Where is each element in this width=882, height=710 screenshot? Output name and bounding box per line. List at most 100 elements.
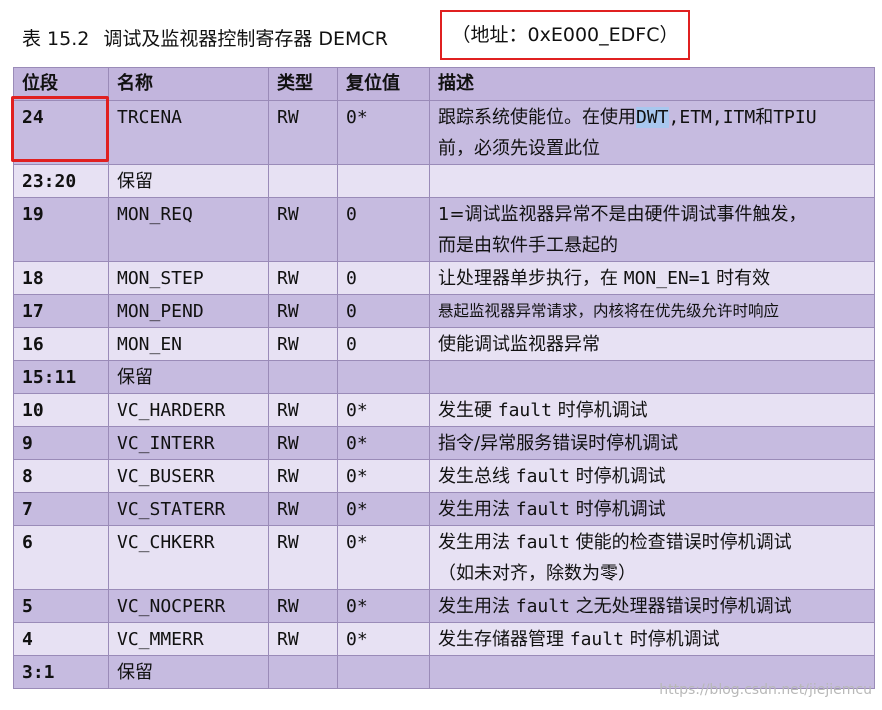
cell-type — [268, 655, 338, 689]
cell-name: 保留 — [108, 164, 269, 198]
cell-type — [268, 360, 338, 394]
table-row: 17 MON_PEND RW 0 悬起监视器异常请求，内核将在优先级允许时响应 — [13, 294, 875, 328]
table-row: 9 VC_INTERR RW 0* 指令/异常服务错误时停机调试 — [13, 426, 875, 460]
cell-type: RW — [268, 492, 338, 526]
cell-reset: 0 — [337, 197, 430, 262]
cell-desc: 发生硬 fault 时停机调试 — [429, 393, 875, 427]
table-header-row: 位段 名称 类型 复位值 描述 — [13, 67, 875, 101]
cell-name: VC_CHKERR — [108, 525, 269, 590]
cell-desc: 发生用法 fault 之无处理器错误时停机调试 — [429, 589, 875, 623]
header-type: 类型 — [268, 67, 338, 101]
cell-type: RW — [268, 327, 338, 361]
cell-desc: 1=调试监视器异常不是由硬件调试事件触发， 而是由软件手工悬起的 — [429, 197, 875, 262]
cell-type — [268, 164, 338, 198]
table-row: 23:20 保留 — [13, 164, 875, 198]
cell-desc: 发生存储器管理 fault 时停机调试 — [429, 622, 875, 656]
cell-name: VC_MMERR — [108, 622, 269, 656]
cell-bits: 5 — [13, 589, 109, 623]
table-row: 10 VC_HARDERR RW 0* 发生硬 fault 时停机调试 — [13, 393, 875, 427]
cell-desc: 发生用法 fault 时停机调试 — [429, 492, 875, 526]
cell-name: VC_INTERR — [108, 426, 269, 460]
cell-reset: 0* — [337, 393, 430, 427]
table-row: 7 VC_STATERR RW 0* 发生用法 fault 时停机调试 — [13, 492, 875, 526]
cell-desc — [429, 164, 875, 198]
cell-desc: 指令/异常服务错误时停机调试 — [429, 426, 875, 460]
cell-type: RW — [268, 459, 338, 493]
cell-type: RW — [268, 261, 338, 295]
cell-type: RW — [268, 589, 338, 623]
cell-name: VC_STATERR — [108, 492, 269, 526]
cell-bits: 10 — [13, 393, 109, 427]
cell-reset: 0* — [337, 622, 430, 656]
cell-bits: 15:11 — [13, 360, 109, 394]
cell-type: RW — [268, 622, 338, 656]
header-desc: 描述 — [429, 67, 875, 101]
table-caption: 表 15.2 调试及监视器控制寄存器 DEMCR — [22, 24, 388, 54]
cell-bits: 8 — [13, 459, 109, 493]
cell-reset — [337, 164, 430, 198]
cell-type: RW — [268, 294, 338, 328]
cell-type: RW — [268, 393, 338, 427]
cell-desc: 发生用法 fault 使能的检查错误时停机调试 （如未对齐，除数为零） — [429, 525, 875, 590]
cell-bits: 17 — [13, 294, 109, 328]
cell-desc: 悬起监视器异常请求，内核将在优先级允许时响应 — [429, 294, 875, 328]
cell-desc — [429, 360, 875, 394]
cell-desc: 让处理器单步执行，在 MON_EN=1 时有效 — [429, 261, 875, 295]
table-row: 18 MON_STEP RW 0 让处理器单步执行，在 MON_EN=1 时有效 — [13, 261, 875, 295]
cell-reset: 0* — [337, 525, 430, 590]
address-callout: （地址：0xE000_EDFC） — [440, 10, 690, 60]
cell-name: VC_HARDERR — [108, 393, 269, 427]
cell-bits: 6 — [13, 525, 109, 590]
cell-name: MON_EN — [108, 327, 269, 361]
cell-bits: 18 — [13, 261, 109, 295]
cell-name: MON_REQ — [108, 197, 269, 262]
dwt-highlight: DWT — [636, 107, 669, 128]
cell-type: RW — [268, 197, 338, 262]
table-row: 15:11 保留 — [13, 360, 875, 394]
table-row: 5 VC_NOCPERR RW 0* 发生用法 fault 之无处理器错误时停机… — [13, 589, 875, 623]
cell-bits: 9 — [13, 426, 109, 460]
table-row: 16 MON_EN RW 0 使能调试监视器异常 — [13, 327, 875, 361]
cell-reset — [337, 360, 430, 394]
cell-name: VC_NOCPERR — [108, 589, 269, 623]
cell-name: VC_BUSERR — [108, 459, 269, 493]
cell-bits: 7 — [13, 492, 109, 526]
cell-reset: 0* — [337, 100, 430, 165]
cell-reset: 0* — [337, 492, 430, 526]
table-title: 调试及监视器控制寄存器 DEMCR — [103, 28, 388, 50]
bit24-highlight-box — [11, 96, 109, 162]
cell-reset: 0 — [337, 294, 430, 328]
cell-bits: 3:1 — [13, 655, 109, 689]
cell-desc: 发生总线 fault 时停机调试 — [429, 459, 875, 493]
table-row: 4 VC_MMERR RW 0* 发生存储器管理 fault 时停机调试 — [13, 622, 875, 656]
table-number: 表 15.2 — [22, 28, 90, 50]
cell-type: RW — [268, 525, 338, 590]
cell-desc: 使能调试监视器异常 — [429, 327, 875, 361]
cell-reset: 0 — [337, 261, 430, 295]
cell-name: 保留 — [108, 655, 269, 689]
cell-name: MON_STEP — [108, 261, 269, 295]
header-name: 名称 — [108, 67, 269, 101]
cell-bits: 23:20 — [13, 164, 109, 198]
cell-reset: 0 — [337, 327, 430, 361]
table-row: 8 VC_BUSERR RW 0* 发生总线 fault 时停机调试 — [13, 459, 875, 493]
cell-reset — [337, 655, 430, 689]
cell-name: 保留 — [108, 360, 269, 394]
cell-name: MON_PEND — [108, 294, 269, 328]
cell-reset: 0* — [337, 459, 430, 493]
table-row: 19 MON_REQ RW 0 1=调试监视器异常不是由硬件调试事件触发， 而是由… — [13, 197, 875, 262]
table-row: 6 VC_CHKERR RW 0* 发生用法 fault 使能的检查错误时停机调… — [13, 525, 875, 590]
cell-name: TRCENA — [108, 100, 269, 165]
watermark: https://blog.csdn.net/jiejiemcu — [659, 682, 872, 698]
header-reset: 复位值 — [337, 67, 430, 101]
cell-reset: 0* — [337, 589, 430, 623]
register-table: 位段 名称 类型 复位值 描述 24 TRCENA RW 0* 跟踪系统使能位。… — [13, 67, 875, 689]
cell-desc: 跟踪系统使能位。在使用DWT,ETM,ITM和TPIU 前，必须先设置此位 — [429, 100, 875, 165]
cell-type: RW — [268, 100, 338, 165]
cell-reset: 0* — [337, 426, 430, 460]
table-row: 24 TRCENA RW 0* 跟踪系统使能位。在使用DWT,ETM,ITM和T… — [13, 100, 875, 165]
cell-bits: 16 — [13, 327, 109, 361]
cell-type: RW — [268, 426, 338, 460]
cell-bits: 19 — [13, 197, 109, 262]
cell-bits: 4 — [13, 622, 109, 656]
